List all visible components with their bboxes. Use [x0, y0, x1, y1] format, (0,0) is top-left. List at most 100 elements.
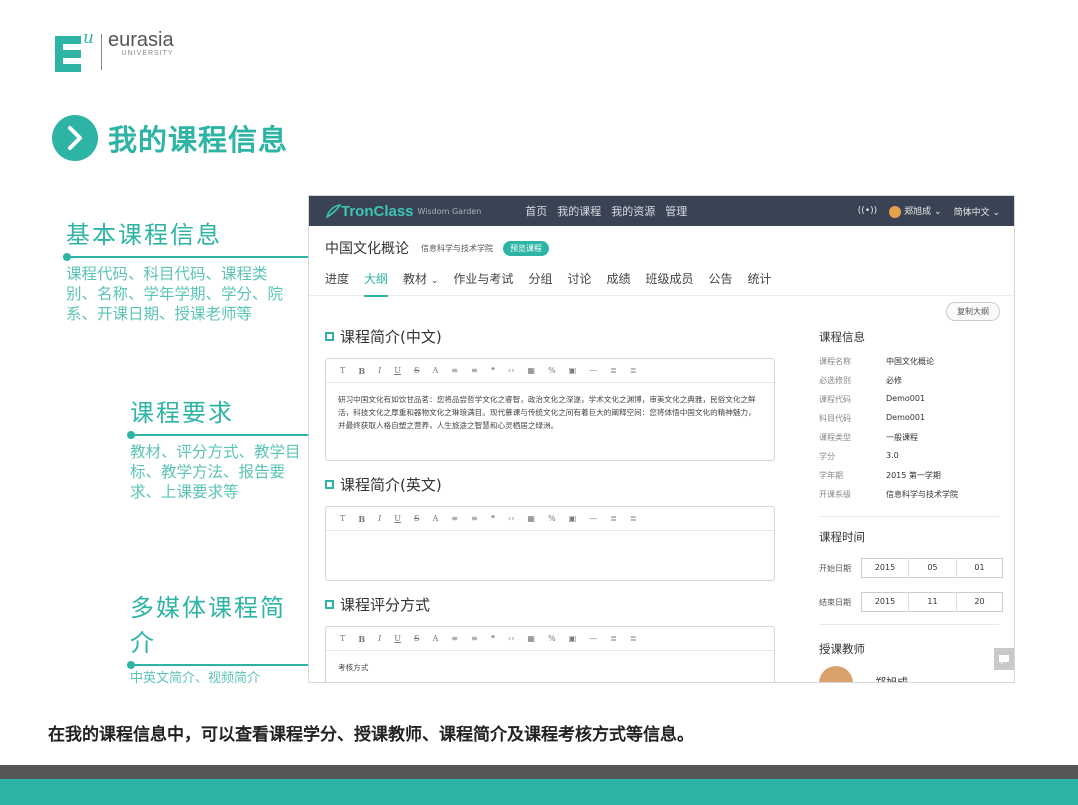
editor-grading[interactable]: T B I U S A ≡ ≡ ❝ ‹› ▦ % ▣ — ≣ ≣ 考核方式	[325, 626, 775, 682]
underline-icon[interactable]: U	[394, 514, 401, 523]
course-header: 中国文化概论 信息科学与技术学院 预览课程	[309, 226, 1014, 258]
font-color-icon[interactable]: A	[433, 366, 439, 375]
code-icon[interactable]: ‹›	[508, 514, 514, 523]
image-icon[interactable]: ▣	[569, 514, 577, 523]
quote-icon[interactable]: ❝	[491, 514, 495, 523]
unordered-list-icon[interactable]: ≡	[471, 634, 478, 643]
ordered-list-icon[interactable]: ≡	[451, 366, 458, 375]
code-icon[interactable]: ‹›	[508, 366, 514, 375]
table-icon[interactable]: ▦	[527, 634, 535, 643]
nav-item-admin[interactable]: 管理	[665, 203, 687, 219]
tab-class-members[interactable]: 班级成员	[645, 270, 693, 296]
section-title-grading: 课程评分方式	[325, 594, 430, 615]
italic-icon[interactable]: I	[378, 634, 381, 643]
end-year[interactable]: 2015	[862, 592, 908, 612]
footer-band-teal	[0, 779, 1078, 805]
tab-materials[interactable]: 教材 ⌄	[403, 270, 438, 296]
end-date-input[interactable]: 2015 11 20	[861, 592, 1003, 612]
preview-course-badge[interactable]: 预览课程	[503, 240, 549, 256]
table-icon[interactable]: ▦	[527, 366, 535, 375]
image-icon[interactable]: ▣	[569, 366, 577, 375]
bold-icon[interactable]: B	[358, 366, 365, 376]
unordered-list-icon[interactable]: ≡	[471, 514, 478, 523]
link-icon[interactable]: %	[548, 634, 556, 643]
start-date-input[interactable]: 2015 05 01	[861, 558, 1003, 578]
info-row: 必选修别 必修	[819, 375, 902, 386]
start-year[interactable]: 2015	[862, 558, 908, 578]
bold-icon[interactable]: B	[358, 634, 365, 644]
horizontal-rule-icon[interactable]: —	[589, 514, 597, 523]
nav-item-my-resources[interactable]: 我的资源	[611, 203, 655, 219]
logo-mark-icon: u	[55, 28, 99, 72]
strikethrough-icon[interactable]: S	[414, 366, 419, 375]
outdent-icon[interactable]: ≣	[630, 366, 637, 375]
logo-name: eurasia	[108, 29, 174, 51]
image-icon[interactable]: ▣	[569, 634, 577, 643]
underline-icon[interactable]: U	[394, 366, 401, 375]
tab-homework-exams[interactable]: 作业与考试	[453, 270, 513, 296]
text-icon[interactable]: T	[340, 514, 345, 523]
bold-icon[interactable]: B	[358, 514, 365, 524]
annotation-desc: 中英文简介、视频简介	[130, 671, 261, 686]
square-bullet-icon	[325, 480, 334, 489]
feedback-icon[interactable]	[994, 648, 1014, 670]
table-icon[interactable]: ▦	[527, 514, 535, 523]
editor-toolbar: T B I U S A ≡ ≡ ❝ ‹› ▦ % ▣ — ≣ ≣	[326, 359, 774, 383]
outdent-icon[interactable]: ≣	[630, 514, 637, 523]
ordered-list-icon[interactable]: ≡	[451, 514, 458, 523]
start-day[interactable]: 01	[956, 558, 1002, 578]
font-color-icon[interactable]: A	[433, 634, 439, 643]
user-menu[interactable]: 郑旭成 ⌄	[889, 204, 942, 218]
nav-item-my-courses[interactable]: 我的课程	[557, 203, 601, 219]
copy-syllabus-button[interactable]: 复制大纲	[946, 302, 1000, 321]
italic-icon[interactable]: I	[378, 514, 381, 523]
text-icon[interactable]: T	[340, 634, 345, 643]
annotation-title: 课程要求	[130, 399, 234, 427]
link-icon[interactable]: %	[548, 366, 556, 375]
info-value: 必修	[886, 376, 902, 385]
indent-icon[interactable]: ≣	[610, 634, 617, 643]
font-color-icon[interactable]: A	[433, 514, 439, 523]
italic-icon[interactable]: I	[378, 366, 381, 375]
tab-groups[interactable]: 分组	[528, 270, 552, 296]
tab-grades[interactable]: 成绩	[606, 270, 630, 296]
editor-content[interactable]: 考核方式	[326, 651, 774, 682]
indent-icon[interactable]: ≣	[610, 366, 617, 375]
horizontal-rule-icon[interactable]: —	[589, 634, 597, 643]
end-day[interactable]: 20	[956, 592, 1002, 612]
underline-icon[interactable]: U	[394, 634, 401, 643]
strikethrough-icon[interactable]: S	[414, 634, 419, 643]
brand[interactable]: TronClass Wisdom Garden	[325, 203, 481, 220]
link-icon[interactable]: %	[548, 514, 556, 523]
editor-content[interactable]	[326, 531, 774, 551]
unordered-list-icon[interactable]: ≡	[471, 366, 478, 375]
text-icon[interactable]: T	[340, 366, 345, 375]
quote-icon[interactable]: ❝	[491, 634, 495, 643]
tab-discussion[interactable]: 讨论	[567, 270, 591, 296]
tab-progress[interactable]: 进度	[325, 270, 349, 296]
start-month[interactable]: 05	[908, 558, 956, 578]
tab-statistics[interactable]: 统计	[748, 270, 772, 296]
tab-announcements[interactable]: 公告	[709, 270, 733, 296]
outdent-icon[interactable]: ≣	[630, 634, 637, 643]
section-title-intro-en: 课程简介(英文)	[325, 474, 442, 495]
strikethrough-icon[interactable]: S	[414, 514, 419, 523]
indent-icon[interactable]: ≣	[610, 514, 617, 523]
teacher-avatar[interactable]	[819, 666, 853, 682]
info-value: Demo001	[886, 394, 926, 403]
quote-icon[interactable]: ❝	[491, 366, 495, 375]
ordered-list-icon[interactable]: ≡	[451, 634, 458, 643]
teacher-name[interactable]: 郑旭成	[875, 674, 908, 682]
editor-intro-cn[interactable]: T B I U S A ≡ ≡ ❝ ‹› ▦ % ▣ — ≣ ≣ 研习中国文化有…	[325, 358, 775, 461]
language-select[interactable]: 简体中文 ⌄	[954, 205, 1000, 218]
nav-item-home[interactable]: 首页	[525, 203, 547, 219]
code-icon[interactable]: ‹›	[508, 634, 514, 643]
slide: u eurasia UNIVERSITY 我的课程信息 基本课程信息 课程代码、…	[0, 0, 1078, 805]
annotation-desc: 课程代码、科目代码、课程类别、名称、学年学期、学分、院系、开课日期、授课老师等	[66, 265, 284, 323]
tab-syllabus[interactable]: 大纲	[364, 270, 389, 297]
horizontal-rule-icon[interactable]: —	[589, 366, 597, 375]
editor-intro-en[interactable]: T B I U S A ≡ ≡ ❝ ‹› ▦ % ▣ — ≣ ≣	[325, 506, 775, 581]
editor-content[interactable]: 研习中国文化有如饮甘品茗：您将品尝哲学文化之睿智，政治文化之深遂，学术文化之渊博…	[326, 383, 774, 442]
broadcast-icon[interactable]: ((•))	[858, 206, 877, 216]
end-month[interactable]: 11	[908, 592, 956, 612]
